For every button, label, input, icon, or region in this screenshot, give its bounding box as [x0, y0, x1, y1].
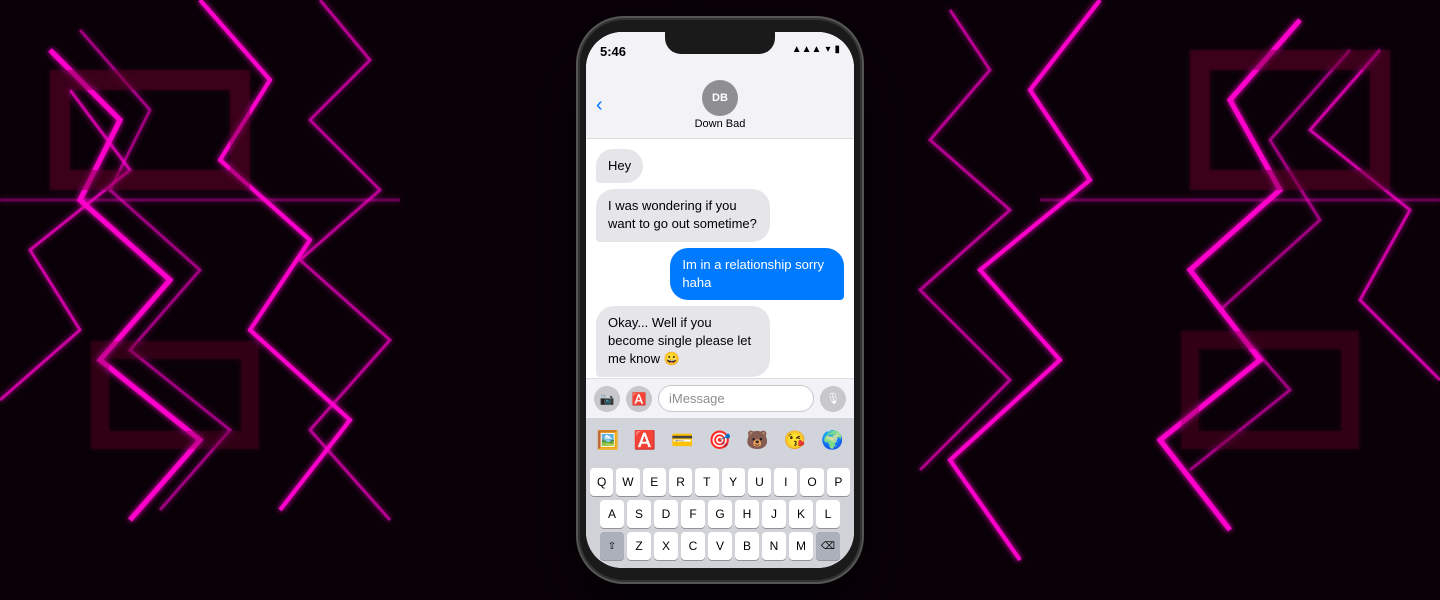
status-time: 5:46	[600, 44, 626, 59]
keyboard[interactable]: Q W E R T Y U I O P A S D F G H	[586, 462, 854, 568]
key-y[interactable]: Y	[722, 468, 745, 496]
messages-area: Hey I was wondering if you want to go ou…	[586, 139, 854, 378]
globe-drawer-icon[interactable]: 🌍	[819, 424, 846, 456]
message-bubble-2: I was wondering if you want to go out so…	[596, 189, 770, 241]
key-d[interactable]: D	[654, 500, 678, 528]
key-g[interactable]: G	[708, 500, 732, 528]
phone-body: 5:46 ▲▲▲ ▾ ▮ ‹ DB Down Bad Hey	[580, 20, 860, 580]
message-bubble-4: Okay... Well if you become single please…	[596, 306, 770, 377]
key-v[interactable]: V	[708, 532, 732, 560]
key-p[interactable]: P	[827, 468, 850, 496]
mic-icon[interactable]: 🎙	[820, 386, 846, 412]
key-f[interactable]: F	[681, 500, 705, 528]
battery-icon: ▮	[834, 44, 840, 55]
photos-drawer-icon[interactable]: 🖼️	[594, 424, 621, 456]
key-r[interactable]: R	[669, 468, 692, 496]
key-w[interactable]: W	[616, 468, 639, 496]
message-text-field[interactable]: iMessage	[658, 385, 814, 412]
memoji3-drawer-icon[interactable]: 😘	[781, 424, 808, 456]
phone-device: 5:46 ▲▲▲ ▾ ▮ ‹ DB Down Bad Hey	[580, 20, 860, 580]
key-j[interactable]: J	[762, 500, 786, 528]
contact-avatar[interactable]: DB	[702, 80, 738, 116]
key-h[interactable]: H	[735, 500, 759, 528]
key-shift[interactable]: ⇧	[600, 532, 624, 560]
key-k[interactable]: K	[789, 500, 813, 528]
camera-icon[interactable]: 📷	[594, 386, 620, 412]
key-n[interactable]: N	[762, 532, 786, 560]
key-e[interactable]: E	[643, 468, 666, 496]
message-bubble-3: Im in a relationship sorry haha	[670, 248, 844, 300]
app-drawer: 🖼️ 🅰️ 💳 🎯 🐻 😘 🌍	[586, 418, 854, 462]
key-o[interactable]: O	[800, 468, 823, 496]
phone-screen: 5:46 ▲▲▲ ▾ ▮ ‹ DB Down Bad Hey	[586, 32, 854, 568]
key-delete[interactable]: ⌫	[816, 532, 840, 560]
message-bubble-1: Hey	[596, 149, 643, 183]
app-store-icon[interactable]: 🅰️	[626, 386, 652, 412]
key-s[interactable]: S	[627, 500, 651, 528]
key-b[interactable]: B	[735, 532, 759, 560]
phone-notch	[665, 32, 775, 54]
back-button[interactable]: ‹	[596, 94, 603, 117]
contact-name: Down Bad	[695, 118, 746, 130]
signal-icon: ▲▲▲	[792, 44, 822, 55]
key-a[interactable]: A	[600, 500, 624, 528]
key-c[interactable]: C	[681, 532, 705, 560]
memoji1-drawer-icon[interactable]: 🎯	[706, 424, 733, 456]
message-input-bar: 📷 🅰️ iMessage 🎙	[586, 378, 854, 418]
wifi-icon: ▾	[825, 44, 830, 55]
applepay-drawer-icon[interactable]: 💳	[669, 424, 696, 456]
key-i[interactable]: I	[774, 468, 797, 496]
key-l[interactable]: L	[816, 500, 840, 528]
key-q[interactable]: Q	[590, 468, 613, 496]
keyboard-row-1: Q W E R T Y U I O P	[590, 468, 850, 496]
contact-info: DB Down Bad	[695, 80, 746, 130]
key-u[interactable]: U	[748, 468, 771, 496]
memoji2-drawer-icon[interactable]: 🐻	[744, 424, 771, 456]
appstore-drawer-icon[interactable]: 🅰️	[631, 424, 658, 456]
keyboard-row-2: A S D F G H J K L	[590, 500, 850, 528]
key-x[interactable]: X	[654, 532, 678, 560]
keyboard-row-3: ⇧ Z X C V B N M ⌫	[590, 532, 850, 560]
status-icons: ▲▲▲ ▾ ▮	[792, 44, 840, 55]
chat-header: ‹ DB Down Bad	[586, 76, 854, 139]
key-z[interactable]: Z	[627, 532, 651, 560]
key-t[interactable]: T	[695, 468, 718, 496]
key-m[interactable]: M	[789, 532, 813, 560]
